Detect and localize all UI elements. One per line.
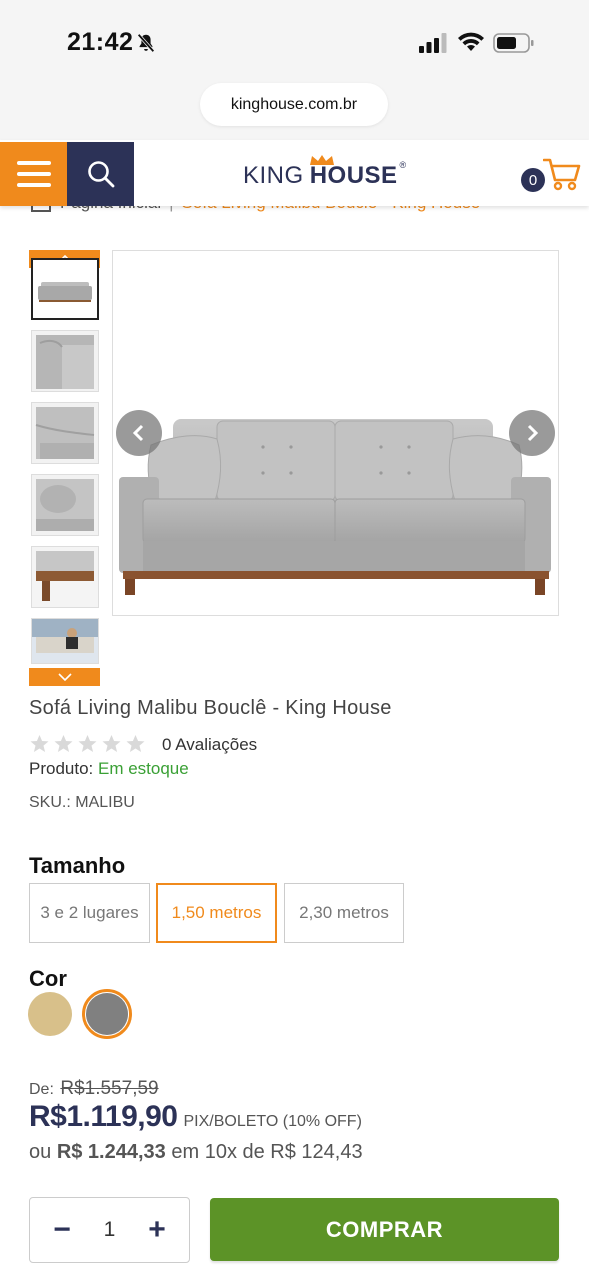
sku: SKU.: MALIBU (29, 794, 135, 811)
stock-status: Em estoque (98, 759, 189, 778)
image-next-button[interactable] (509, 410, 555, 456)
cart-icon[interactable] (543, 156, 581, 192)
price-from: De: R$1.557,59 (29, 1078, 159, 1100)
url-bar[interactable]: kinghouse.com.br (200, 83, 388, 126)
thumbnail-3[interactable] (31, 402, 99, 464)
menu-button[interactable] (0, 142, 67, 206)
thumbnail-2[interactable] (31, 330, 99, 392)
reviews-count[interactable]: 0 Avaliações (162, 735, 257, 755)
cart-count-badge[interactable]: 0 (521, 168, 545, 192)
logo-house: HOUSE (309, 155, 398, 190)
logo-house-text: HOUSE (309, 162, 398, 189)
quantity-minus-button[interactable]: − (50, 1215, 74, 1245)
buy-button[interactable]: COMPRAR (210, 1198, 559, 1261)
thumbnail-4[interactable] (31, 474, 99, 536)
current-price: R$1.119,90 (29, 1100, 178, 1133)
site-logo[interactable]: KING HOUSE ® (243, 155, 407, 190)
thumbnails-down-button[interactable] (29, 668, 100, 686)
stock-info: Produto: Em estoque (29, 759, 189, 779)
stock-label: Produto: (29, 759, 94, 778)
search-icon (87, 161, 114, 188)
color-swatch-beige[interactable] (28, 992, 72, 1036)
installments-total: R$ 1.244,33 (56, 1141, 166, 1163)
thumbnail-5[interactable] (31, 546, 99, 608)
chevron-left-icon (132, 424, 144, 442)
thumbnail-armrest-detail (32, 331, 98, 391)
search-button[interactable] (67, 142, 134, 206)
battery-icon (493, 33, 534, 53)
thumbnail-sofa-front (33, 260, 97, 318)
crown-icon (309, 155, 334, 165)
site-header: KING HOUSE ® 0 (0, 140, 589, 206)
star-icon (30, 735, 49, 752)
price-note: PIX/BOLETO (10% OFF) (183, 1113, 362, 1130)
chevron-down-icon (57, 673, 72, 681)
installments: ou R$ 1.244,33 em 10x de R$ 124,43 (29, 1141, 363, 1164)
logo-king: KING (243, 162, 304, 189)
status-time: 21:42 (67, 28, 134, 56)
thumbnail-room-photo (32, 619, 98, 663)
hamburger-icon-bar (16, 172, 51, 176)
quantity-plus-button[interactable]: + (145, 1215, 169, 1245)
signal-icon (419, 33, 447, 53)
star-icon (102, 735, 121, 752)
installments-text: em 10x de R$ 124,43 (171, 1141, 363, 1163)
star-icon (54, 735, 73, 752)
thumbnail-seat-detail (32, 403, 98, 463)
thumbnail-cushion-detail (32, 475, 98, 535)
wifi-icon (458, 32, 484, 51)
color-label: Cor (29, 966, 67, 991)
size-option-3-e-2-lugares[interactable]: 3 e 2 lugares (29, 883, 150, 943)
star-icon (78, 735, 97, 752)
rating-stars[interactable] (29, 734, 146, 754)
hamburger-icon-bar (16, 183, 51, 187)
sofa-image (119, 419, 551, 595)
image-prev-button[interactable] (116, 410, 162, 456)
price-from-label: De: (29, 1081, 54, 1098)
installments-prefix: ou (29, 1141, 52, 1163)
status-bar: 21:42 (0, 0, 589, 80)
thumbnail-6[interactable] (31, 618, 99, 664)
quantity-stepper: − 1 + (29, 1197, 190, 1263)
star-icon (126, 735, 145, 752)
product-title: Sofá Living Malibu Bouclê - King House (29, 697, 392, 719)
thumbnail-wood-base (32, 547, 98, 607)
price-main: R$1.119,90 PIX/BOLETO (10% OFF) (29, 1100, 362, 1134)
size-option-1-50-metros[interactable]: 1,50 metros (156, 883, 277, 943)
color-swatch-gray[interactable] (86, 993, 128, 1035)
browser-url-area: kinghouse.com.br (0, 80, 589, 140)
old-price: R$1.557,59 (60, 1078, 159, 1099)
size-option-2-30-metros[interactable]: 2,30 metros (284, 883, 404, 943)
hamburger-icon-bar (16, 161, 51, 165)
size-label: Tamanho (29, 853, 126, 878)
thumbnail-1[interactable] (31, 258, 99, 320)
logo-registered: ® (399, 160, 407, 170)
bell-off-icon (137, 33, 155, 53)
quantity-value[interactable]: 1 (104, 1218, 116, 1242)
main-product-image[interactable] (112, 250, 559, 616)
chevron-right-icon (527, 424, 539, 442)
